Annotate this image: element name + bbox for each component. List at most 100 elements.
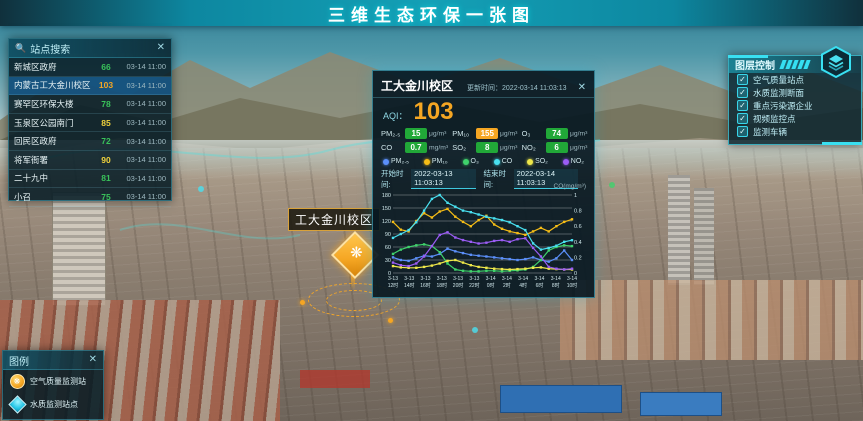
station-update-time: 03-14 11:00 <box>118 155 166 164</box>
legend-item[interactable]: PM₁₀ <box>424 158 448 165</box>
close-icon[interactable]: ✕ <box>89 355 97 365</box>
layer-item[interactable]: ✓ 重点污染源企业 <box>729 99 861 112</box>
legend-row-label: 空气质量监测站 <box>30 376 86 387</box>
pollutant-value-badge: 155 <box>476 128 498 139</box>
close-icon[interactable]: ✕ <box>157 43 165 53</box>
legend-item[interactable]: CO <box>494 158 513 165</box>
right-axis-label: CO(mg/m³) <box>554 183 587 190</box>
svg-text:20时: 20时 <box>453 282 464 289</box>
station-row[interactable]: 赛罕区环保大楼 78 03-14 11:00 <box>9 95 171 114</box>
close-icon[interactable]: ✕ <box>578 83 586 93</box>
station-name: 新城区政府 <box>14 61 94 73</box>
checkbox-icon[interactable]: ✓ <box>737 87 748 98</box>
layer-item-label: 视频监控点 <box>753 113 796 125</box>
station-row[interactable]: 将军衙署 90 03-14 11:00 <box>9 151 171 170</box>
station-aqi-value: 78 <box>94 99 118 109</box>
svg-text:150: 150 <box>382 206 391 212</box>
legend-row: 水质监测站点 <box>3 393 103 416</box>
map-poi-dot[interactable] <box>300 300 305 305</box>
svg-text:3-13: 3-13 <box>421 276 431 282</box>
checkbox-icon[interactable]: ✓ <box>737 126 748 137</box>
svg-text:90: 90 <box>385 232 391 238</box>
layers-hexagon-icon[interactable] <box>819 46 853 78</box>
svg-text:10时: 10时 <box>567 282 578 289</box>
svg-text:3-13: 3-13 <box>388 276 398 282</box>
chart-legend: PM₂.₅ PM₁₀ O₃ CO SO₂ NO₂ <box>373 155 594 165</box>
svg-text:18时: 18时 <box>437 282 448 289</box>
svg-text:4时: 4时 <box>519 282 527 289</box>
svg-text:0.2: 0.2 <box>574 255 582 261</box>
station-panel-title: 站点搜索 <box>30 41 70 56</box>
checkbox-icon[interactable]: ✓ <box>737 113 748 124</box>
svg-text:3-14: 3-14 <box>486 276 496 282</box>
station-name: 玉泉区公园南门 <box>14 117 94 129</box>
layer-item[interactable]: ✓ 视频监控点 <box>729 112 861 125</box>
legend-color-dot <box>563 159 569 165</box>
air-marker-icon: ❋ <box>341 241 371 267</box>
apartment-rows <box>560 280 863 360</box>
svg-text:8时: 8时 <box>552 282 560 289</box>
checkbox-icon[interactable]: ✓ <box>737 74 748 85</box>
station-aqi-value: 85 <box>94 118 118 128</box>
highrise-cluster <box>668 175 690 285</box>
svg-text:3-13: 3-13 <box>453 276 463 282</box>
pollutant-unit: μg/m³ <box>429 129 446 137</box>
svg-text:30: 30 <box>385 258 391 264</box>
selected-station-map-label[interactable]: 工大金川校区 <box>288 208 380 231</box>
legend-item[interactable]: O₃ <box>463 158 479 165</box>
legend-row: ❋ 空气质量监测站 <box>3 370 103 393</box>
station-aqi-value: 66 <box>94 62 118 72</box>
legend-panel-title: 图例 <box>9 353 29 368</box>
pollutant-unit: mg/m³ <box>429 143 448 151</box>
layer-list: ✓ 空气质量站点✓ 水质监测断面✓ 重点污染源企业✓ 视频监控点✓ 监测车辆 <box>729 73 861 138</box>
station-row[interactable]: 二十九中 81 03-14 11:00 <box>9 170 171 189</box>
pollutant-cell: SO₂ 8 μg/m³ <box>452 142 519 153</box>
layer-item[interactable]: ✓ 监测车辆 <box>729 125 861 138</box>
air-station-icon: ❋ <box>10 374 25 389</box>
pollutant-trend-chart[interactable]: 180150120906030010.80.60.40.203-1312时3-1… <box>377 191 590 291</box>
pollutant-unit: μg/m³ <box>570 129 587 137</box>
start-time-input[interactable]: 2022-03-13 11:03:13 <box>411 169 475 189</box>
layer-item[interactable]: ✓ 水质监测断面 <box>729 86 861 99</box>
header-stripes-decoration <box>781 60 809 69</box>
pollutant-cell: O₃ 74 μg/m³ <box>522 128 589 139</box>
svg-text:0.6: 0.6 <box>574 224 582 230</box>
pollutant-cell: NO₂ 6 μg/m³ <box>522 142 589 153</box>
aqi-row: AQI： 103 <box>373 98 594 124</box>
station-row[interactable]: 玉泉区公园南门 85 03-14 11:00 <box>9 114 171 133</box>
svg-text:60: 60 <box>385 245 391 251</box>
search-icon[interactable]: 🔍 <box>15 43 26 54</box>
legend-item[interactable]: NO₂ <box>563 158 584 165</box>
station-name: 内蒙古工大金川校区 <box>14 79 94 91</box>
end-time-label: 结束时间: <box>484 168 511 190</box>
station-panel-header: 🔍 站点搜索 ✕ <box>9 39 171 58</box>
pollutant-name: NO₂ <box>522 143 546 152</box>
pollutant-value-badge: 15 <box>405 128 427 139</box>
tower-building <box>52 192 106 306</box>
pollutant-name: PM₂.₅ <box>381 129 405 138</box>
station-row[interactable]: 回民区政府 72 03-14 11:00 <box>9 132 171 151</box>
aqi-label: AQI： <box>383 109 408 122</box>
pollutant-name: SO₂ <box>452 143 476 152</box>
station-row[interactable]: 新城区政府 66 03-14 11:00 <box>9 58 171 77</box>
station-row[interactable]: 小召 75 03-14 11:00 <box>9 188 171 207</box>
map-poi-dot[interactable] <box>388 318 393 323</box>
station-aqi-value: 103 <box>94 80 118 90</box>
pollutant-value-badge: 8 <box>476 142 498 153</box>
pollutant-grid: PM₂.₅ 15 μg/m³PM₁₀ 155 μg/m³O₃ 74 μg/m³C… <box>373 124 594 155</box>
svg-text:1: 1 <box>574 193 577 199</box>
legend-item[interactable]: PM₂.₅ <box>383 158 409 165</box>
layer-item-label: 水质监测断面 <box>753 87 804 99</box>
top-title-bar: 三维生态环保一张图 <box>0 0 863 26</box>
station-aqi-value: 81 <box>94 173 118 183</box>
svg-text:3-14: 3-14 <box>502 276 512 282</box>
warehouse-roof <box>640 392 722 416</box>
legend-item[interactable]: SO₂ <box>527 158 548 165</box>
checkbox-icon[interactable]: ✓ <box>737 100 748 111</box>
svg-text:3-13: 3-13 <box>469 276 479 282</box>
svg-text:16时: 16时 <box>420 282 431 289</box>
layer-item-label: 空气质量站点 <box>753 74 804 86</box>
station-row[interactable]: 内蒙古工大金川校区 103 03-14 11:00 <box>9 77 171 96</box>
station-update-time: 03-14 11:00 <box>118 99 166 108</box>
svg-text:3-13: 3-13 <box>404 276 414 282</box>
